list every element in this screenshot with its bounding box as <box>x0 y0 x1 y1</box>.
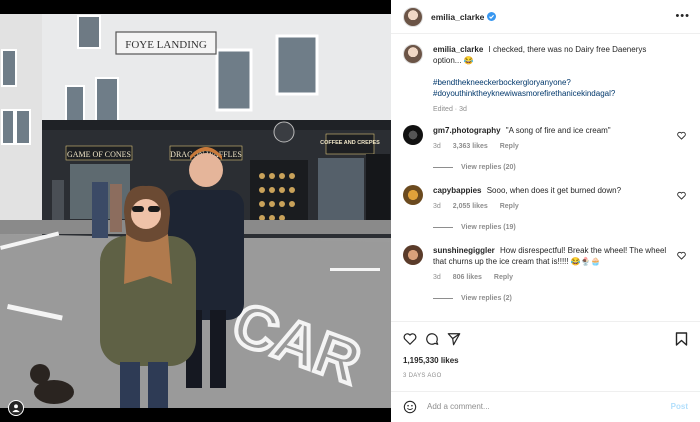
caption: emilia_clarke I checked, there was no Da… <box>403 44 688 115</box>
comment-username[interactable]: sunshinegiggler <box>433 246 495 255</box>
tagged-users-button[interactable] <box>8 400 24 416</box>
like-comment-heart-icon[interactable] <box>677 191 686 200</box>
view-replies-button[interactable]: View replies (19) <box>433 224 688 231</box>
comment-body: capybappies Sooo, when does it get burne… <box>433 185 688 212</box>
view-replies-button[interactable]: View replies (20) <box>433 164 688 171</box>
post-photo[interactable]: FOYE LANDING GAME OF CONES DRAGON WAFFLE… <box>0 0 391 422</box>
comment: gm7.photography "A song of fire and ice … <box>403 125 688 152</box>
comments-list[interactable]: emilia_clarke I checked, there was no Da… <box>391 34 700 321</box>
user-tag-icon <box>12 404 20 413</box>
verified-badge-icon <box>487 12 497 21</box>
post-details-pane: emilia_clarke ••• emilia_clarke I checke… <box>391 0 700 422</box>
likes-count[interactable]: 1,195,330 likes <box>403 356 688 365</box>
reply-button[interactable]: Reply <box>500 203 519 210</box>
comment-likes[interactable]: 806 likes <box>453 274 482 281</box>
comment-likes[interactable]: 3,363 likes <box>453 143 488 150</box>
post-modal: FOYE LANDING GAME OF CONES DRAGON WAFFLE… <box>0 0 700 422</box>
comment-body: sunshinegiggler How disrespectful! Break… <box>433 245 688 283</box>
caption-body: emilia_clarke I checked, there was no Da… <box>433 44 688 115</box>
view-replies-label: View replies (20) <box>461 164 516 171</box>
commenter-avatar[interactable] <box>403 245 423 265</box>
add-comment-bar: Post <box>391 391 700 421</box>
comment-age: 3d <box>433 274 441 281</box>
game-of-cones-sign: GAME OF CONES <box>67 150 131 159</box>
more-options-icon[interactable]: ••• <box>675 11 690 22</box>
caption-author-avatar[interactable] <box>403 44 423 64</box>
comment-body: gm7.photography "A song of fire and ice … <box>433 125 688 152</box>
reply-button[interactable]: Reply <box>494 274 513 281</box>
save-bookmark-icon[interactable] <box>675 332 688 346</box>
photo-illustration: FOYE LANDING GAME OF CONES DRAGON WAFFLE… <box>0 14 391 408</box>
replies-divider <box>433 227 453 228</box>
author-username[interactable]: emilia_clarke <box>431 12 484 22</box>
hashtag-link[interactable]: #doyouthinktheyknewiwasmorefirethaniceki… <box>433 88 668 99</box>
comment-text: "A song of fire and ice cream" <box>505 126 611 135</box>
commenter-avatar[interactable] <box>403 125 423 145</box>
caption-meta: Edited · 3d <box>433 106 467 113</box>
add-comment-input[interactable] <box>427 402 671 411</box>
comment-meta: 3d 3,363 likes Reply <box>433 141 668 152</box>
view-replies-label: View replies (2) <box>461 295 512 302</box>
photo-scene: FOYE LANDING GAME OF CONES DRAGON WAFFLE… <box>0 14 391 408</box>
hashtag-link[interactable]: #bendthekneeckerbockergloryanyone? <box>433 77 668 88</box>
comment-text: Sooo, when does it get burned down? <box>486 186 622 195</box>
replies-divider <box>433 167 453 168</box>
view-replies-label: View replies (19) <box>461 224 516 231</box>
comment-bubble-icon[interactable] <box>425 332 439 346</box>
comment-age: 3d <box>433 203 441 210</box>
like-comment-heart-icon[interactable] <box>677 251 686 260</box>
commenter-avatar[interactable] <box>403 185 423 205</box>
comment-meta: 3d 2,055 likes Reply <box>433 201 668 212</box>
view-replies-button[interactable]: View replies (2) <box>433 295 688 302</box>
replies-divider <box>433 298 453 299</box>
post-comment-button[interactable]: Post <box>671 402 688 411</box>
action-icons <box>403 322 688 356</box>
comment-username[interactable]: gm7.photography <box>433 126 501 135</box>
like-heart-icon[interactable] <box>403 332 417 346</box>
comment-age: 3d <box>433 143 441 150</box>
reply-button[interactable]: Reply <box>500 143 519 150</box>
foye-landing-sign: FOYE LANDING <box>125 39 207 51</box>
post-actions: 1,195,330 likes 3 DAYS AGO Post <box>391 321 700 421</box>
author-avatar[interactable] <box>403 6 423 27</box>
comment: sunshinegiggler How disrespectful! Break… <box>403 245 688 283</box>
share-send-icon[interactable] <box>447 332 461 346</box>
coffee-crepes-sign: COFFEE AND CREPES <box>320 140 380 146</box>
comment: capybappies Sooo, when does it get burne… <box>403 185 688 212</box>
emoji-smiley-icon[interactable] <box>403 400 417 414</box>
post-timestamp: 3 DAYS AGO <box>403 373 442 379</box>
comment-username[interactable]: capybappies <box>433 186 481 195</box>
comment-meta: 3d 806 likes Reply <box>433 272 668 283</box>
post-header: emilia_clarke ••• <box>391 0 700 34</box>
comment-likes[interactable]: 2,055 likes <box>453 203 488 210</box>
caption-username[interactable]: emilia_clarke <box>433 45 483 54</box>
like-comment-heart-icon[interactable] <box>677 131 686 140</box>
